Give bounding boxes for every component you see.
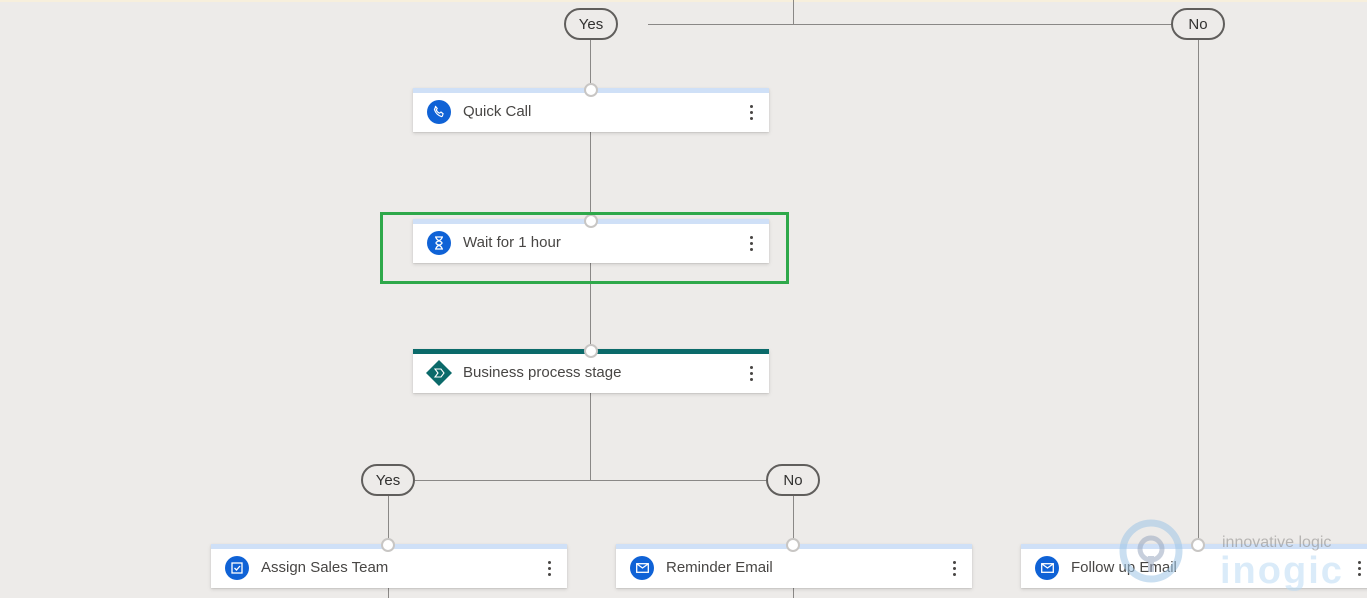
connector (648, 24, 1172, 25)
branch-no-top[interactable]: No (1171, 8, 1225, 40)
more-options-icon[interactable] (745, 99, 757, 125)
step-label: Quick Call (463, 103, 532, 120)
highlight-box (380, 212, 789, 284)
connector (388, 588, 389, 598)
email-icon (630, 556, 654, 580)
phone-icon (427, 100, 451, 124)
connector (415, 480, 767, 481)
more-options-icon[interactable] (1353, 555, 1365, 581)
step-label: Assign Sales Team (261, 559, 389, 576)
connector (590, 393, 591, 480)
connector-node[interactable] (381, 538, 395, 552)
email-icon (1035, 556, 1059, 580)
more-options-icon[interactable] (948, 555, 960, 581)
branch-no-mid[interactable]: No (766, 464, 820, 496)
task-check-icon (225, 556, 249, 580)
business-process-stage-icon (426, 360, 452, 386)
top-band (0, 0, 1367, 2)
step-label: Business process stage (463, 364, 622, 381)
branch-yes-mid[interactable]: Yes (361, 464, 415, 496)
branch-yes-top[interactable]: Yes (564, 8, 618, 40)
connector-node[interactable] (584, 344, 598, 358)
connector-node[interactable] (786, 538, 800, 552)
connector (793, 588, 794, 598)
connector-node[interactable] (1191, 538, 1205, 552)
more-options-icon[interactable] (543, 555, 555, 581)
connector (1198, 40, 1199, 546)
connector-node[interactable] (584, 83, 598, 97)
step-label: Follow up Email (1071, 559, 1177, 576)
connector (793, 0, 794, 24)
more-options-icon[interactable] (745, 360, 757, 386)
step-label: Reminder Email (666, 559, 773, 576)
